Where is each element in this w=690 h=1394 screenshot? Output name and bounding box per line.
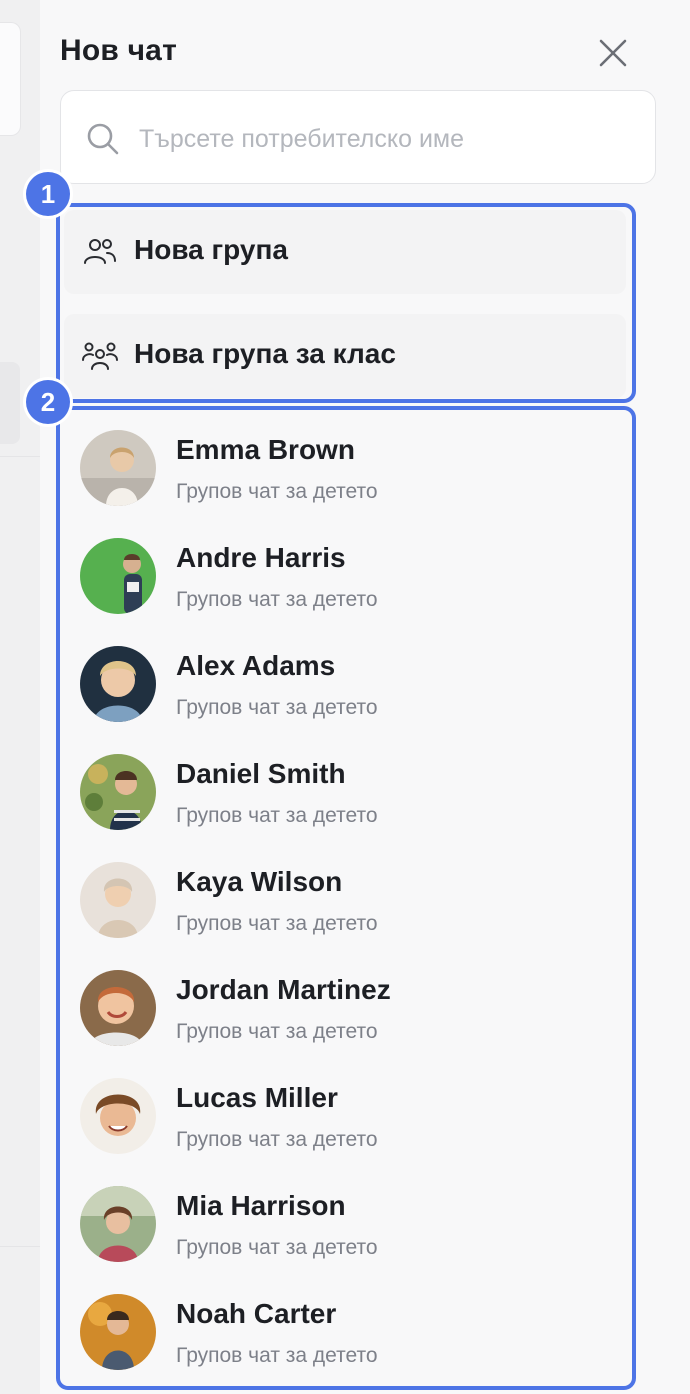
annotation-badge: 1 bbox=[26, 172, 70, 216]
highlight-box-actions bbox=[56, 203, 636, 403]
close-icon bbox=[599, 39, 627, 67]
divider bbox=[0, 1246, 40, 1247]
search-icon bbox=[87, 123, 119, 155]
annotation-badge: 2 bbox=[26, 380, 70, 424]
search-input[interactable] bbox=[137, 113, 641, 165]
page-title: Нов чат bbox=[60, 34, 177, 67]
background-card bbox=[0, 22, 21, 136]
close-button[interactable] bbox=[592, 32, 634, 74]
divider bbox=[0, 456, 40, 457]
highlight-box-contacts bbox=[56, 406, 636, 1390]
search-box bbox=[60, 90, 656, 184]
background-list-item bbox=[0, 362, 20, 444]
new-chat-panel: Нов чат Нова група Нова bbox=[26, 0, 690, 1394]
